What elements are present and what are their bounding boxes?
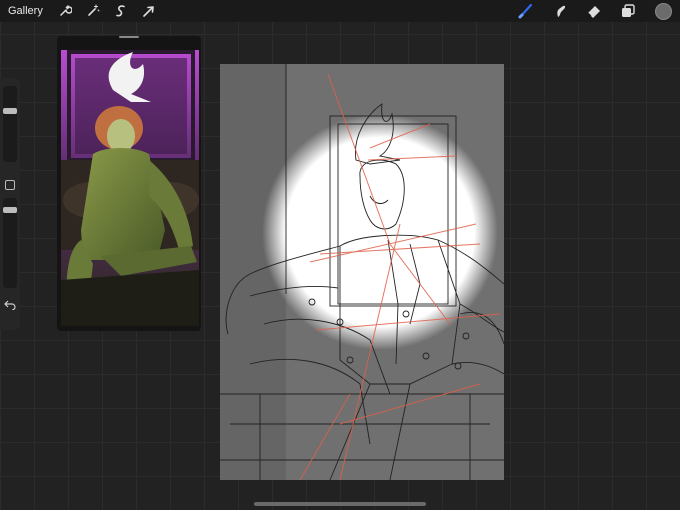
reference-photo: [61, 50, 199, 326]
transform-icon[interactable]: [140, 2, 158, 20]
brush-size-thumb[interactable]: [3, 108, 17, 114]
reference-drag-handle[interactable]: [119, 36, 139, 38]
gallery-button[interactable]: Gallery: [8, 5, 43, 17]
brush-size-slider[interactable]: [3, 86, 17, 162]
undo-icon[interactable]: [4, 297, 16, 315]
top-toolbar: Gallery: [0, 0, 680, 22]
selection-icon[interactable]: [112, 2, 130, 20]
layers-icon[interactable]: [619, 2, 637, 20]
wrench-icon[interactable]: [56, 2, 74, 20]
eraser-icon[interactable]: [585, 2, 603, 20]
drawing-canvas[interactable]: [220, 64, 504, 480]
reference-window[interactable]: [57, 36, 201, 331]
opacity-thumb[interactable]: [3, 207, 17, 213]
color-picker-button[interactable]: [655, 2, 672, 20]
sidebar: [0, 78, 20, 330]
brush-icon[interactable]: [517, 2, 535, 20]
smudge-icon[interactable]: [551, 2, 569, 20]
magic-wand-icon[interactable]: [84, 2, 102, 20]
home-indicator[interactable]: [254, 502, 426, 506]
modify-button[interactable]: [5, 180, 15, 190]
